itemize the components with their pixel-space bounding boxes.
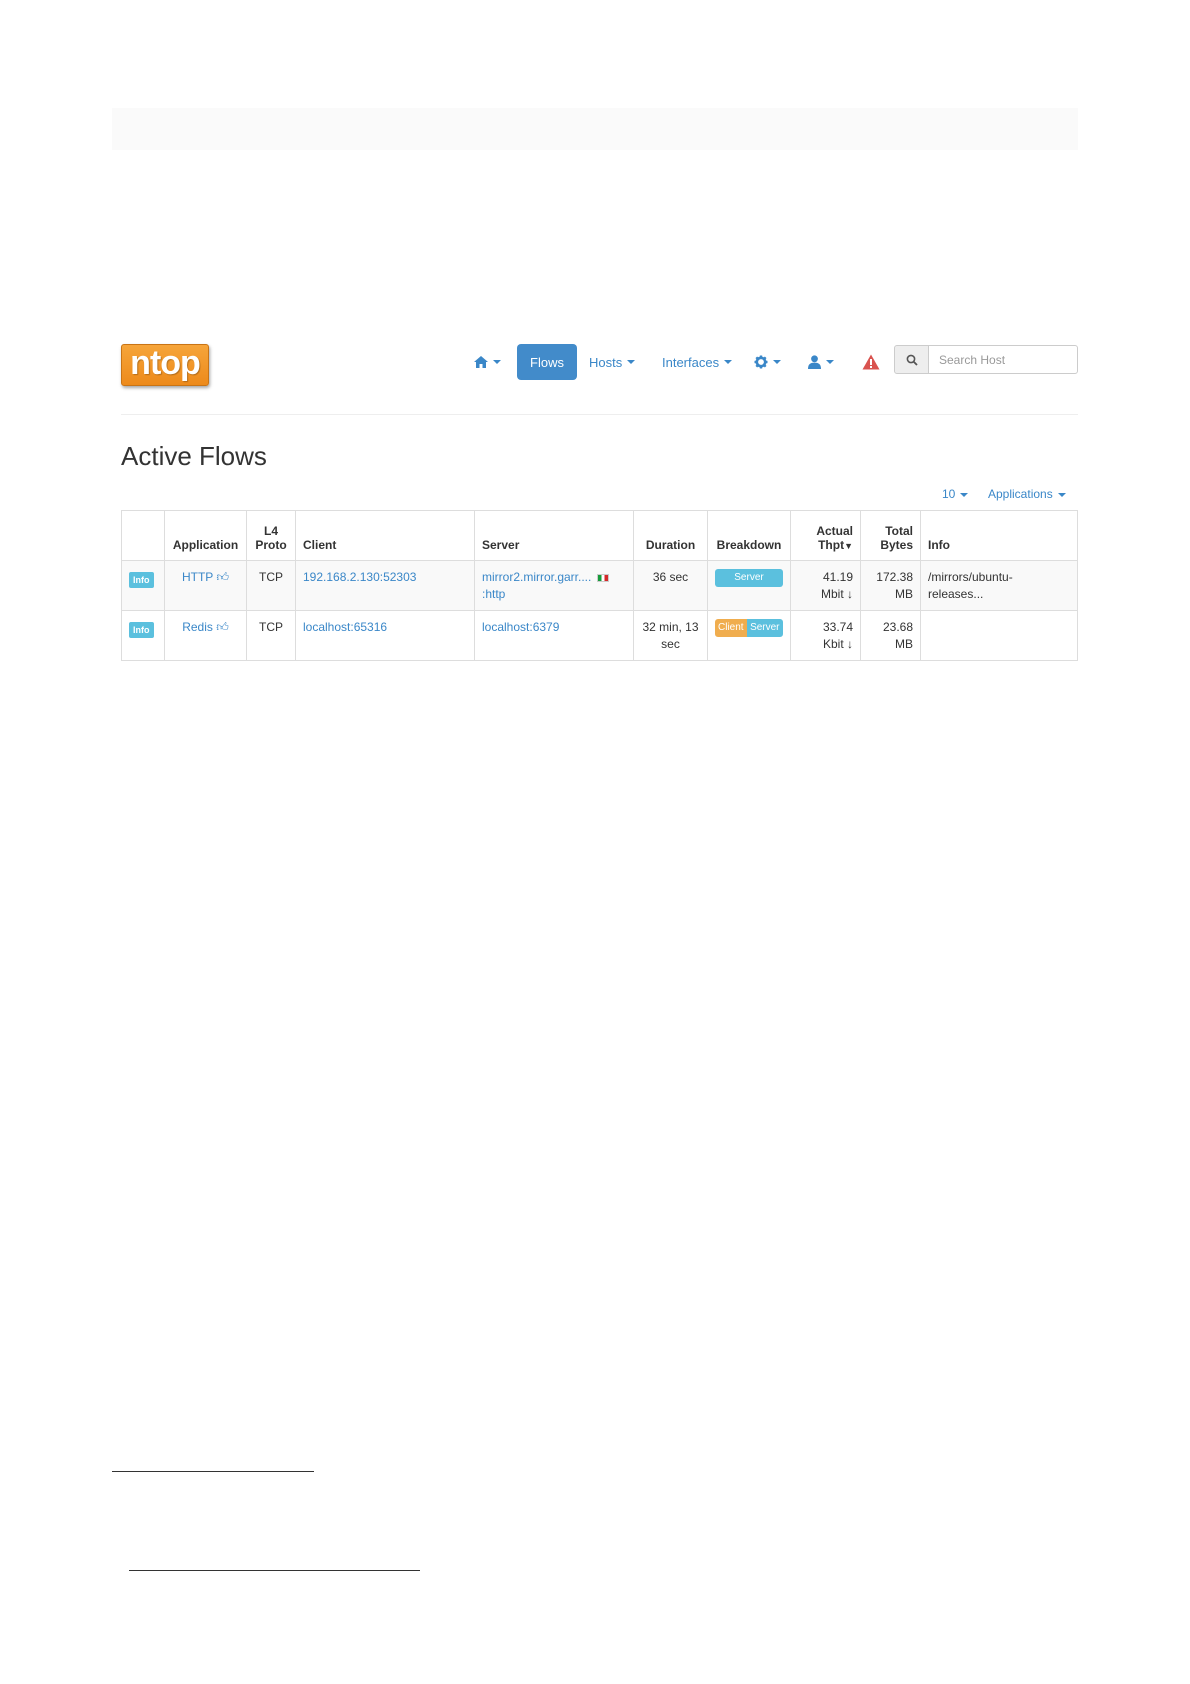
table-row: Info Redis 👍︎ TCP localhost:65316 localh… xyxy=(121,610,1078,661)
sort-desc-icon: ▼ xyxy=(844,541,853,551)
header-client[interactable]: Client xyxy=(295,510,475,561)
thumbs-up-icon: 👍︎ xyxy=(216,570,229,584)
breakdown-cell: Client Server xyxy=(707,610,791,661)
client-link[interactable]: localhost:65316 xyxy=(303,620,387,634)
gear-icon xyxy=(754,355,768,369)
breakdown-server-segment: Server xyxy=(715,569,783,587)
nav-hosts[interactable]: Hosts xyxy=(589,344,636,380)
logo-text: ntop xyxy=(130,344,201,382)
client-cell: 192.168.2.130:52303 xyxy=(295,560,475,611)
chevron-down-icon xyxy=(960,492,969,497)
breakdown-client-segment: Client xyxy=(715,619,747,637)
header-total-bytes[interactable]: Total Bytes xyxy=(860,510,921,561)
nav-user[interactable] xyxy=(808,344,834,380)
arrow-down-icon: ↓ xyxy=(847,637,853,651)
client-cell: localhost:65316 xyxy=(295,610,475,661)
nav-flows-label: Flows xyxy=(530,354,564,370)
nav-home[interactable] xyxy=(474,344,510,380)
client-link[interactable]: 192.168.2.130:52303 xyxy=(303,570,416,584)
chevron-down-icon xyxy=(493,360,501,364)
italy-flag-icon xyxy=(597,573,610,582)
header-info-badge xyxy=(121,510,165,561)
warning-icon xyxy=(862,354,880,370)
nav-hosts-label: Hosts xyxy=(589,354,623,370)
server-cell: mirror2.mirror.garr.... :http xyxy=(474,560,634,611)
header-info[interactable]: Info xyxy=(920,510,1078,561)
application-cell: Redis 👍︎ xyxy=(164,610,247,661)
server-port-link[interactable]: :http xyxy=(482,586,626,603)
l4-proto-cell: TCP xyxy=(246,610,296,661)
server-link[interactable]: localhost:6379 xyxy=(482,620,559,634)
breakdown-bar: Server xyxy=(715,569,783,587)
thpt-cell: 33.74 Kbit ↓ xyxy=(790,610,861,661)
breakdown-server-segment: Server xyxy=(746,619,783,637)
thumbs-up-icon: 👍︎ xyxy=(216,620,229,634)
header-actual-thpt[interactable]: Actual Thpt▼ xyxy=(790,510,861,561)
nav-alerts[interactable] xyxy=(862,344,880,380)
breakdown-cell: Server xyxy=(707,560,791,611)
ntop-logo[interactable]: ntop xyxy=(121,344,209,386)
footnote-rule xyxy=(129,1570,420,1571)
info-badge[interactable]: Info xyxy=(129,572,154,588)
arrow-down-icon: ↓ xyxy=(847,587,853,601)
header-server[interactable]: Server xyxy=(474,510,634,561)
bytes-cell: 172.38 MB xyxy=(860,560,921,611)
search-button[interactable] xyxy=(894,345,929,374)
breakdown-bar: Client Server xyxy=(715,619,783,637)
info-cell xyxy=(920,610,1078,661)
table-header-row: Application L4 Proto Client Server Durati… xyxy=(121,510,1078,561)
applications-filter-label: Applications xyxy=(988,487,1053,501)
nav-interfaces[interactable]: Interfaces xyxy=(662,344,733,380)
info-cell: /mirrors/ubuntu-releases... xyxy=(920,560,1078,611)
header-breakdown[interactable]: Breakdown xyxy=(707,510,791,561)
nav-flows[interactable]: Flows xyxy=(517,344,577,380)
application-link[interactable]: HTTP xyxy=(182,570,213,584)
thpt-cell: 41.19 Mbit ↓ xyxy=(790,560,861,611)
search-icon xyxy=(906,354,918,366)
flows-table: Application L4 Proto Client Server Durati… xyxy=(121,510,1078,661)
chevron-down-icon xyxy=(724,360,733,364)
header-l4-proto[interactable]: L4 Proto xyxy=(246,510,296,561)
bytes-cell: 23.68 MB xyxy=(860,610,921,661)
application-link[interactable]: Redis xyxy=(182,620,213,634)
nav-interfaces-label: Interfaces xyxy=(662,354,720,370)
chevron-down-icon xyxy=(826,360,834,364)
row-info-cell: Info xyxy=(121,560,165,611)
chevron-down-icon xyxy=(627,360,636,364)
footnote-rule xyxy=(112,1471,314,1472)
duration-cell: 32 min, 13 sec xyxy=(633,610,708,661)
page-size-dropdown[interactable]: 10 xyxy=(942,487,969,501)
page-title: Active Flows xyxy=(121,441,267,471)
navbar-divider xyxy=(121,414,1078,415)
duration-cell: 36 sec xyxy=(633,560,708,611)
application-cell: HTTP 👍︎ xyxy=(164,560,247,611)
server-cell: localhost:6379 xyxy=(474,610,634,661)
header-application[interactable]: Application xyxy=(164,510,247,561)
row-info-cell: Info xyxy=(121,610,165,661)
table-row: Info HTTP 👍︎ TCP 192.168.2.130:52303 mir… xyxy=(121,560,1078,611)
info-badge[interactable]: Info xyxy=(129,622,154,638)
chevron-down-icon xyxy=(1057,492,1066,497)
home-icon xyxy=(474,356,488,368)
chevron-down-icon xyxy=(773,360,781,364)
nav-settings[interactable] xyxy=(754,344,781,380)
user-icon xyxy=(808,355,821,369)
l4-proto-cell: TCP xyxy=(246,560,296,611)
server-link[interactable]: mirror2.mirror.garr.... xyxy=(482,570,591,584)
page-size-value: 10 xyxy=(942,487,956,501)
top-band xyxy=(112,108,1078,150)
header-duration[interactable]: Duration xyxy=(633,510,708,561)
search-input[interactable] xyxy=(928,345,1078,374)
applications-filter-dropdown[interactable]: Applications xyxy=(988,487,1066,501)
